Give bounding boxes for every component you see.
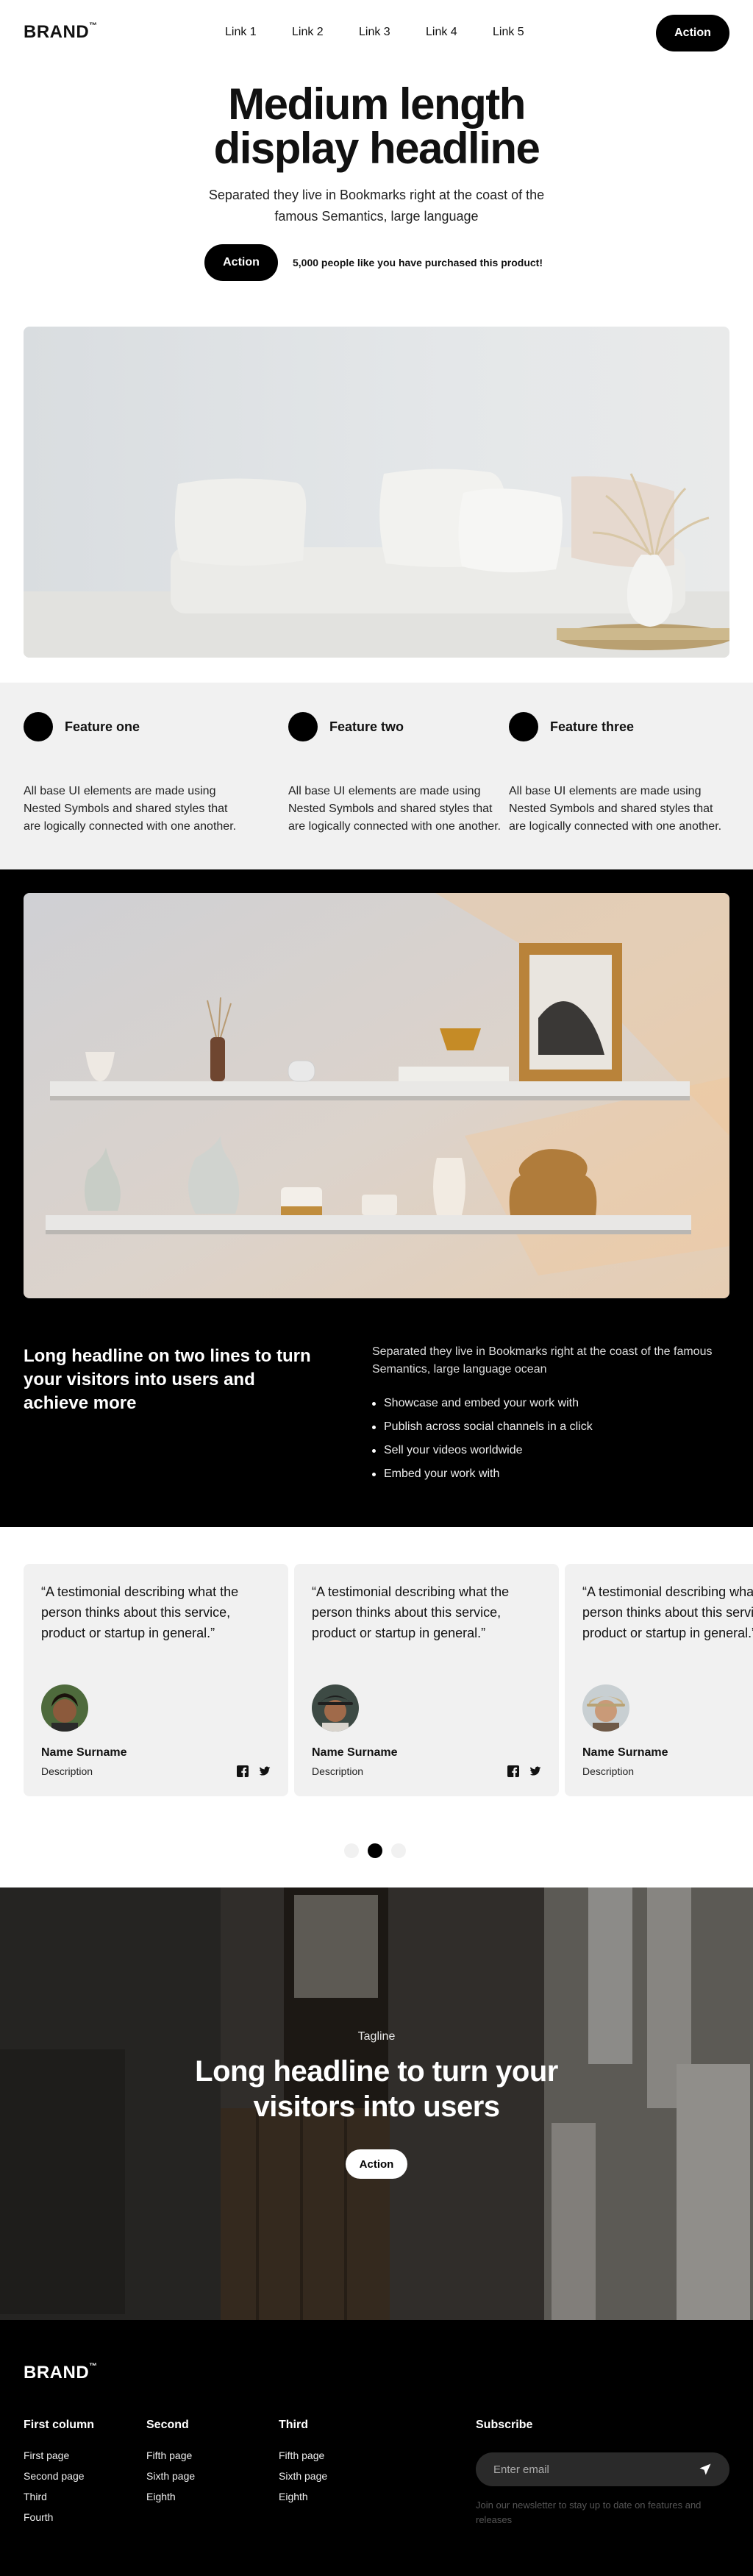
social-links — [237, 1765, 271, 1777]
testimonial-quote: “A testimonial describing what the perso… — [582, 1584, 753, 1640]
hero-action-button[interactable]: Action — [204, 244, 278, 281]
cta-content: Tagline Long headline to turn your visit… — [0, 1887, 753, 2320]
testimonial-description: Description — [312, 1765, 364, 1777]
email-field-wrapper — [476, 2452, 729, 2486]
hero-subtitle: Separated they live in Bookmarks right a… — [208, 188, 545, 224]
footer-link[interactable]: Eighth — [279, 2486, 327, 2507]
footer-column-title: Third — [279, 2419, 308, 2431]
footer-link[interactable]: Fifth page — [279, 2445, 327, 2466]
carousel-dot[interactable] — [391, 1843, 406, 1858]
feature-dot-icon — [509, 712, 538, 741]
cta-headline: Long headline to turn your visitors into… — [195, 2055, 558, 2123]
avatar — [312, 1684, 359, 1732]
subscribe-title: Subscribe — [476, 2419, 533, 2431]
footer-column: Third Fifth page Sixth page Eighth — [279, 2419, 327, 2507]
brand-logo[interactable]: BRAND™ — [24, 21, 98, 43]
footer-column: Second Fifth page Sixth page Eighth — [146, 2419, 195, 2507]
nav-action-button[interactable]: Action — [656, 15, 729, 51]
testimonial-quote: “A testimonial describing what the perso… — [41, 1584, 239, 1640]
testimonial-name: Name Surname — [582, 1746, 668, 1759]
landing-page: BRAND™ Link 1 Link 2 Link 3 Link 4 Link … — [0, 0, 753, 2576]
feature-body: All base UI elements are made using Nest… — [24, 785, 237, 833]
showcase-description: Separated they live in Bookmarks right a… — [372, 1345, 713, 1376]
footer-link[interactable]: First page — [24, 2445, 94, 2466]
social-proof-note: 5,000 people like you have purchased thi… — [293, 257, 543, 268]
showcase-bullets: Showcase and embed your work with Publis… — [372, 1392, 593, 1486]
facebook-icon[interactable] — [237, 1765, 249, 1777]
bullet-item: Showcase and embed your work with — [372, 1392, 593, 1415]
feature-dot-icon — [24, 712, 53, 741]
bullet-item: Embed your work with — [372, 1462, 593, 1486]
testimonial-card: “A testimonial describing what the perso… — [294, 1564, 559, 1796]
footer-link[interactable]: Second page — [24, 2466, 94, 2486]
footer-column-title: First column — [24, 2419, 95, 2431]
nav-link-3[interactable]: Link 3 — [359, 26, 426, 39]
feature-dot-icon — [288, 712, 318, 741]
testimonial-description: Description — [582, 1765, 635, 1777]
sofa-photo — [24, 327, 729, 658]
feature-body: All base UI elements are made using Nest… — [288, 785, 502, 833]
testimonial-name: Name Surname — [312, 1746, 398, 1759]
social-links — [507, 1765, 541, 1777]
carousel-dot[interactable] — [344, 1843, 359, 1858]
footer-link[interactable]: Fourth — [24, 2507, 94, 2527]
bullet-item: Publish across social channels in a clic… — [372, 1415, 593, 1439]
feature-title: Feature one — [65, 719, 140, 734]
footer-brand-logo[interactable]: BRAND™ — [24, 2362, 98, 2383]
footer-link[interactable]: Fifth page — [146, 2445, 195, 2466]
twitter-icon[interactable] — [259, 1765, 271, 1777]
feature-title: Feature three — [550, 719, 635, 734]
bullet-item: Sell your videos worldwide — [372, 1439, 593, 1462]
feature-body: All base UI elements are made using Nest… — [509, 785, 722, 833]
tagline: Tagline — [357, 2030, 396, 2043]
testimonial-card: “A testimonial describing what the perso… — [565, 1564, 753, 1796]
feature-title: Feature two — [329, 719, 404, 734]
carousel-dot-active[interactable] — [368, 1843, 382, 1858]
footer-column-title: Second — [146, 2419, 189, 2431]
nav-link-1[interactable]: Link 1 — [225, 26, 292, 39]
features-section: Feature one All base UI elements are mad… — [0, 683, 753, 869]
footer-link[interactable]: Sixth page — [279, 2466, 327, 2486]
cta-action-button[interactable]: Action — [346, 2149, 407, 2179]
shelf-photo — [24, 893, 729, 1298]
avatar — [41, 1684, 88, 1732]
footer-column: First column First page Second page Thir… — [24, 2419, 94, 2527]
footer-link[interactable]: Third — [24, 2486, 94, 2507]
testimonial-quote: “A testimonial describing what the perso… — [312, 1584, 510, 1640]
footer-link[interactable]: Eighth — [146, 2486, 195, 2507]
nav-link-2[interactable]: Link 2 — [292, 26, 359, 39]
nav-links: Link 1 Link 2 Link 3 Link 4 Link 5 — [225, 26, 560, 39]
testimonial-name: Name Surname — [41, 1746, 127, 1759]
subscribe-column: Subscribe — [476, 2419, 532, 2445]
cta-banner: Tagline Long headline to turn your visit… — [0, 1887, 753, 2320]
hero-headline: Medium length display headline — [213, 79, 540, 173]
testimonial-card: “A testimonial describing what the perso… — [24, 1564, 288, 1796]
testimonial-description: Description — [41, 1765, 93, 1777]
footer: BRAND™ First column First page Second pa… — [0, 2320, 753, 2576]
footer-link[interactable]: Sixth page — [146, 2466, 195, 2486]
send-icon[interactable] — [699, 2463, 712, 2476]
showcase-headline: Long headline on two lines to turn your … — [24, 1346, 311, 1413]
carousel-dots — [344, 1843, 406, 1858]
newsletter-note: Join our newsletter to stay up to date o… — [476, 2499, 702, 2525]
twitter-icon[interactable] — [529, 1765, 541, 1777]
facebook-icon[interactable] — [507, 1765, 519, 1777]
email-input[interactable] — [493, 2463, 699, 2476]
nav-link-4[interactable]: Link 4 — [426, 26, 493, 39]
top-nav: BRAND™ Link 1 Link 2 Link 3 Link 4 Link … — [0, 0, 753, 66]
nav-link-5[interactable]: Link 5 — [493, 26, 560, 39]
hero-cta: Action 5,000 people like you have purcha… — [204, 244, 543, 281]
avatar — [582, 1684, 629, 1732]
